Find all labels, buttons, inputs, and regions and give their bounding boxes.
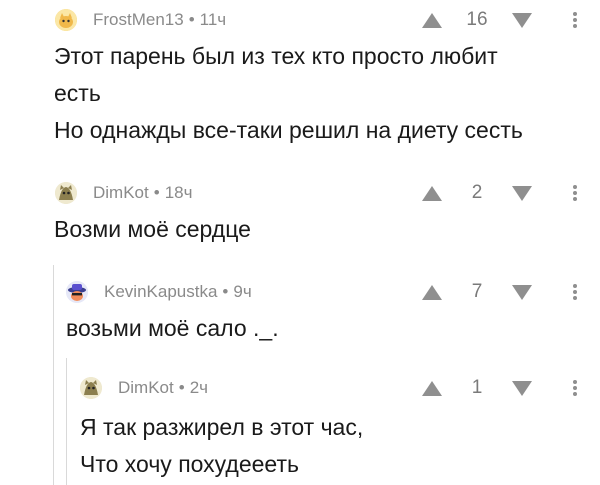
comment-time[interactable]: 11ч [200, 10, 227, 29]
downvote-icon[interactable] [512, 185, 532, 201]
avatar[interactable] [66, 281, 88, 303]
comment-meta: DimKot • 18ч [93, 183, 192, 203]
comment-line: Этот парень был из тех кто просто любит [54, 43, 498, 69]
avatar[interactable] [80, 377, 102, 399]
upvote-icon[interactable] [422, 380, 442, 396]
downvote-icon[interactable] [512, 12, 532, 28]
downvote-icon[interactable] [512, 284, 532, 300]
comment-header: FrostMen13 • 11ч [55, 6, 226, 34]
comment-controls: 16 [422, 6, 578, 34]
comment-score: 16 [466, 9, 488, 30]
cat-avatar-icon [55, 182, 77, 204]
comment-header: DimKot • 2ч [80, 374, 208, 402]
avatar[interactable] [55, 182, 77, 204]
author-name[interactable]: DimKot [118, 378, 174, 397]
comment-text: Я так разжирел в этот час, Что хочу поху… [80, 409, 363, 483]
comment-line: возьми моё сало ._. [66, 315, 279, 341]
meta-separator: • [222, 282, 229, 301]
comment-text: возьми моё сало ._. [66, 310, 279, 347]
comment-controls: 2 [422, 179, 578, 207]
comment-score: 7 [471, 281, 483, 302]
comment-score: 2 [471, 182, 483, 203]
comment-time[interactable]: 9ч [233, 282, 251, 301]
comment-line: есть [54, 80, 101, 106]
comment-text: Возми моё сердце [54, 211, 251, 248]
thread-line [66, 358, 67, 485]
comment-line: Я так разжирел в этот час, [80, 414, 364, 440]
comment-line: Что хочу похудеееть [80, 451, 299, 477]
comment-time[interactable]: 18ч [165, 183, 193, 202]
comment-line: Возми моё сердце [54, 216, 251, 242]
hat-avatar-icon [66, 281, 88, 303]
author-name[interactable]: FrostMen13 [93, 10, 184, 29]
downvote-icon[interactable] [512, 380, 532, 396]
author-name[interactable]: DimKot [93, 183, 149, 202]
more-options-icon[interactable] [572, 12, 578, 28]
meta-separator: • [178, 378, 185, 397]
more-options-icon[interactable] [572, 284, 578, 300]
author-name[interactable]: KevinKapustka [104, 282, 217, 301]
comment-header: DimKot • 18ч [55, 179, 192, 207]
comment-controls: 7 [422, 278, 578, 306]
meta-separator: • [153, 183, 160, 202]
comment-text: Этот парень был из тех кто просто любит … [54, 38, 523, 149]
more-options-icon[interactable] [572, 380, 578, 396]
thread-line [53, 265, 54, 485]
more-options-icon[interactable] [572, 185, 578, 201]
upvote-icon[interactable] [422, 284, 442, 300]
upvote-icon[interactable] [422, 12, 442, 28]
comment-line: Но однажды все-таки решил на диету сесть [54, 117, 523, 143]
meta-separator: • [188, 10, 195, 29]
comment-time[interactable]: 2ч [190, 378, 208, 397]
comment-meta: KevinKapustka • 9ч [104, 282, 252, 302]
comment-controls: 1 [422, 374, 578, 402]
avatar[interactable] [55, 9, 77, 31]
cat-avatar-icon [55, 9, 77, 31]
comment-meta: FrostMen13 • 11ч [93, 10, 226, 30]
comment-score: 1 [471, 377, 483, 398]
upvote-icon[interactable] [422, 185, 442, 201]
comment-header: KevinKapustka • 9ч [66, 278, 252, 306]
cat-avatar-icon [80, 377, 102, 399]
comment-meta: DimKot • 2ч [118, 378, 208, 398]
